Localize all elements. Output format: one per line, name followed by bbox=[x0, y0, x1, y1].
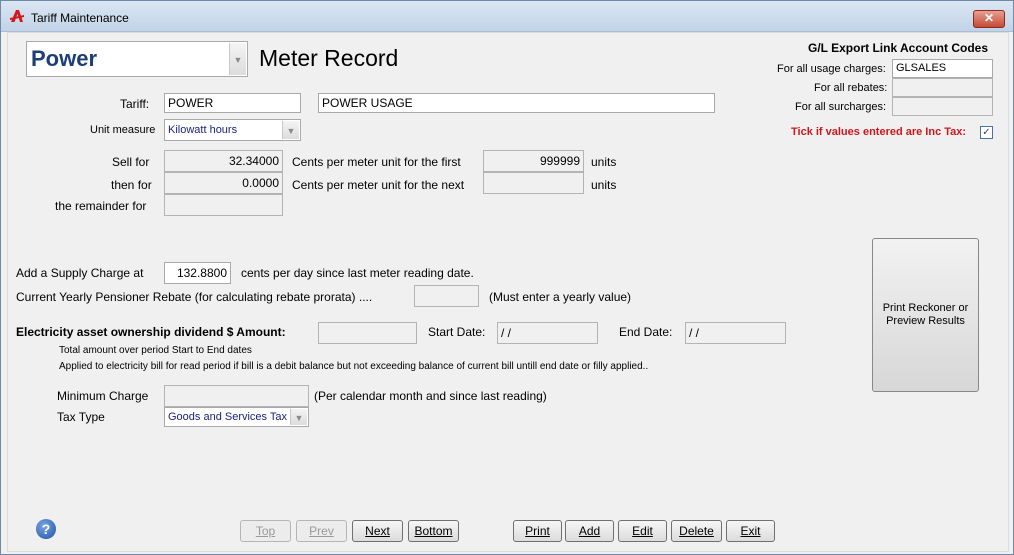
then-for-field[interactable]: 0.0000 bbox=[164, 172, 283, 194]
sell-for-label: Sell for bbox=[112, 155, 150, 169]
utility-select-value: Power bbox=[31, 46, 98, 71]
tariff-label: Tariff: bbox=[120, 97, 150, 111]
remainder-label: the remainder for bbox=[55, 199, 147, 213]
title-bar: Tariff Maintenance ✕ bbox=[1, 1, 1013, 32]
tariff-maintenance-window: Tariff Maintenance ✕ Power ▼ Meter Recor… bbox=[0, 0, 1014, 555]
page-title: Meter Record bbox=[259, 45, 399, 71]
prev-button[interactable]: Prev bbox=[296, 520, 347, 542]
tariff-code-field[interactable]: POWER bbox=[164, 93, 301, 113]
first-units-field[interactable]: 999999 bbox=[483, 150, 584, 172]
gl-heading: G/L Export Link Account Codes bbox=[808, 41, 989, 55]
inc-tax-label: Tick if values entered are Inc Tax: bbox=[791, 126, 967, 138]
next-units-field[interactable] bbox=[483, 172, 584, 194]
next-button[interactable]: Next bbox=[352, 520, 403, 542]
print-reckoner-button[interactable]: Print Reckoner or Preview Results bbox=[872, 238, 979, 392]
chevron-down-icon[interactable]: ▼ bbox=[290, 409, 307, 425]
unit-measure-select[interactable]: Kilowatt hours ▼ bbox=[164, 119, 301, 141]
pensioner-rebate-label: Current Yearly Pensioner Rebate (for cal… bbox=[16, 290, 373, 304]
window-title: Tariff Maintenance bbox=[31, 11, 129, 25]
exit-button[interactable]: Exit bbox=[726, 520, 775, 542]
next-units-label: Cents per meter unit for the next bbox=[292, 178, 465, 192]
inc-tax-checkbox[interactable]: ✓ bbox=[980, 126, 993, 139]
end-date-field[interactable]: / / bbox=[685, 322, 786, 344]
dividend-amount-field[interactable] bbox=[318, 322, 417, 344]
chevron-down-icon[interactable]: ▼ bbox=[282, 121, 299, 139]
top-button[interactable]: Top bbox=[240, 520, 291, 542]
minimum-charge-field[interactable] bbox=[164, 385, 309, 407]
then-for-label: then for bbox=[111, 178, 152, 192]
remainder-field[interactable] bbox=[164, 194, 283, 216]
first-units-suffix: units bbox=[591, 155, 617, 169]
supply-charge-field[interactable]: 132.8800 bbox=[164, 262, 231, 284]
start-date-field[interactable]: / / bbox=[497, 322, 598, 344]
utility-select[interactable]: Power ▼ bbox=[26, 41, 248, 77]
tax-type-label: Tax Type bbox=[57, 410, 105, 424]
start-date-label: Start Date: bbox=[428, 325, 486, 339]
gl-rebates-field[interactable] bbox=[892, 78, 993, 97]
app-logo-icon bbox=[10, 10, 24, 22]
minimum-charge-label: Minimum Charge bbox=[57, 389, 149, 403]
pensioner-rebate-note: (Must enter a yearly value) bbox=[489, 290, 632, 304]
unit-measure-label: Unit measure bbox=[90, 124, 156, 136]
main-panel: Power ▼ Meter Record G/L Export Link Acc… bbox=[7, 32, 1009, 552]
print-button[interactable]: Print bbox=[513, 520, 562, 542]
gl-usage-label: For all usage charges: bbox=[777, 63, 886, 75]
add-button[interactable]: Add bbox=[565, 520, 614, 542]
first-units-label: Cents per meter unit for the first bbox=[292, 155, 461, 169]
supply-charge-suffix: cents per day since last meter reading d… bbox=[241, 266, 474, 280]
tax-type-value: Goods and Services Tax bbox=[168, 411, 288, 423]
gl-surcharges-label: For all surcharges: bbox=[795, 101, 887, 113]
end-date-label: End Date: bbox=[619, 325, 673, 339]
dividend-note-1: Total amount over period Start to End da… bbox=[59, 345, 252, 356]
tax-type-select[interactable]: Goods and Services Tax ▼ bbox=[164, 407, 309, 427]
supply-charge-label: Add a Supply Charge at bbox=[16, 266, 144, 280]
gl-surcharges-field[interactable] bbox=[892, 97, 993, 116]
unit-measure-value: Kilowatt hours bbox=[168, 124, 238, 136]
close-button[interactable]: ✕ bbox=[973, 10, 1005, 28]
chevron-down-icon[interactable]: ▼ bbox=[229, 43, 246, 75]
edit-button[interactable]: Edit bbox=[618, 520, 667, 542]
print-reckoner-label: Print Reckoner or Preview Results bbox=[882, 302, 969, 327]
next-units-suffix: units bbox=[591, 178, 617, 192]
minimum-charge-note: (Per calendar month and since last readi… bbox=[314, 389, 547, 403]
pensioner-rebate-field[interactable] bbox=[414, 285, 479, 307]
dividend-label: Electricity asset ownership dividend $ A… bbox=[16, 325, 286, 339]
help-icon[interactable]: ? bbox=[36, 519, 56, 539]
tariff-description-field[interactable]: POWER USAGE bbox=[318, 93, 715, 113]
delete-button[interactable]: Delete bbox=[671, 520, 722, 542]
dividend-note-2: Applied to electricity bill for read per… bbox=[59, 361, 649, 372]
gl-rebates-label: For all rebates: bbox=[814, 82, 888, 94]
sell-for-field[interactable]: 32.34000 bbox=[164, 150, 283, 172]
gl-usage-field[interactable]: GLSALES bbox=[892, 59, 993, 78]
bottom-button[interactable]: Bottom bbox=[408, 520, 459, 542]
